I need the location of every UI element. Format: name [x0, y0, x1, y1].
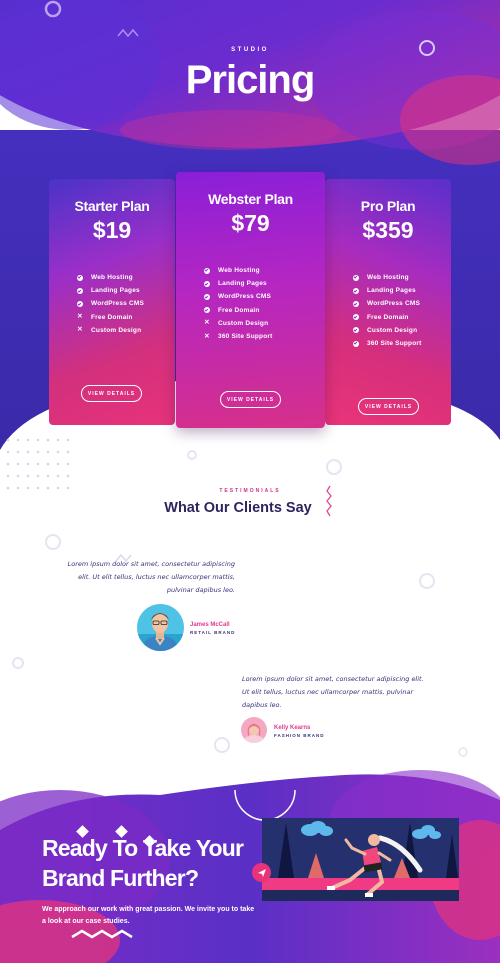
- x-icon: ✕: [204, 319, 210, 327]
- author-role: FASHION BRAND: [274, 733, 325, 738]
- pricing-card-starter: Starter Plan $19 Web Hosting Landing Pag…: [49, 179, 175, 425]
- plan-name: Starter Plan: [74, 198, 150, 214]
- check-circle-icon: [353, 287, 359, 294]
- check-circle-icon: [353, 327, 359, 334]
- pricing-card-webster: Webster Plan $79 Web Hosting Landing Pag…: [176, 172, 325, 428]
- feature-item: WordPress CMS: [204, 290, 273, 303]
- avatar: [241, 717, 267, 743]
- feature-item: WordPress CMS: [353, 297, 422, 310]
- paper-plane-glyph: [257, 868, 266, 877]
- view-details-button[interactable]: VIEW DETAILS: [81, 385, 142, 402]
- page-title: Pricing: [185, 58, 316, 102]
- testimonial-quote: Lorem ipsum dolor sit amet, consectetur …: [242, 675, 424, 709]
- feature-item: ✕ 360 Site Support: [204, 332, 273, 341]
- testimonials-title: What Our Clients Say: [164, 500, 312, 516]
- feature-list: Web Hosting Landing Pages WordPress CMS …: [77, 271, 144, 337]
- pricing-card-pro: Pro Plan $359 Web Hosting Landing Pages …: [325, 179, 451, 425]
- cta-text: We approach our work with great passion.…: [42, 906, 255, 925]
- feature-list: Web Hosting Landing Pages WordPress CMS …: [353, 271, 422, 350]
- check-circle-icon: [353, 274, 359, 281]
- feature-item: Landing Pages: [353, 284, 422, 297]
- x-icon: ✕: [77, 326, 83, 334]
- view-details-button[interactable]: VIEW DETAILS: [358, 398, 419, 415]
- avatar-image: [241, 717, 267, 743]
- check-circle-icon: [77, 274, 83, 281]
- feature-item: Landing Pages: [204, 277, 273, 290]
- check-circle-icon: [204, 293, 210, 300]
- feature-item: Web Hosting: [77, 271, 144, 284]
- feature-item: Landing Pages: [77, 284, 144, 297]
- pricing-page: STUDIO Pricing Starter Plan $19 Web Host…: [0, 0, 500, 963]
- check-circle-icon: [204, 307, 210, 314]
- x-icon: ✕: [204, 332, 210, 340]
- check-circle-icon: [353, 314, 359, 321]
- feature-item: Free Domain: [204, 304, 273, 317]
- view-details-button[interactable]: VIEW DETAILS: [220, 391, 281, 408]
- hero-eyebrow: STUDIO: [231, 47, 269, 53]
- testimonials-eyebrow: TESTIMONIALS: [219, 488, 281, 494]
- feature-item: Free Domain: [353, 311, 422, 324]
- feature-item: ✕ Custom Design: [77, 326, 142, 334]
- check-circle-icon: [204, 267, 210, 274]
- check-circle-icon: [353, 300, 359, 307]
- paper-plane-icon[interactable]: [252, 863, 271, 882]
- plan-price: $19: [92, 217, 132, 243]
- feature-item: Web Hosting: [353, 271, 422, 284]
- author-role: RETAIL BRAND: [190, 630, 236, 635]
- check-circle-icon: [77, 300, 83, 307]
- feature-item: ✕ Free Domain: [77, 313, 133, 321]
- runner-illustration: [262, 818, 459, 901]
- author-name: James McCall: [190, 622, 230, 628]
- feature-item: WordPress CMS: [77, 297, 144, 310]
- check-circle-icon: [204, 280, 210, 287]
- feature-item: Web Hosting: [204, 264, 273, 277]
- feature-item: Custom Design: [353, 324, 422, 337]
- plan-name: Webster Plan: [208, 191, 293, 207]
- check-circle-icon: [353, 340, 359, 347]
- author-name: Kelly Kearns: [274, 725, 311, 731]
- check-circle-icon: [77, 287, 83, 294]
- avatar-image: [137, 604, 184, 651]
- cta-heading: Ready To Take Your Brand Further?: [42, 835, 244, 891]
- plan-price: $79: [231, 210, 270, 236]
- feature-item: 360 Site Support: [353, 337, 422, 350]
- plan-name: Pro Plan: [360, 198, 416, 214]
- feature-item: ✕ Custom Design: [204, 319, 269, 327]
- avatar: [137, 604, 184, 651]
- x-icon: ✕: [77, 313, 83, 321]
- feature-list: Web Hosting Landing Pages WordPress CMS …: [204, 264, 273, 343]
- testimonial-quote: Lorem ipsum dolor sit amet, consectetur …: [67, 560, 235, 594]
- plan-price: $359: [362, 217, 414, 243]
